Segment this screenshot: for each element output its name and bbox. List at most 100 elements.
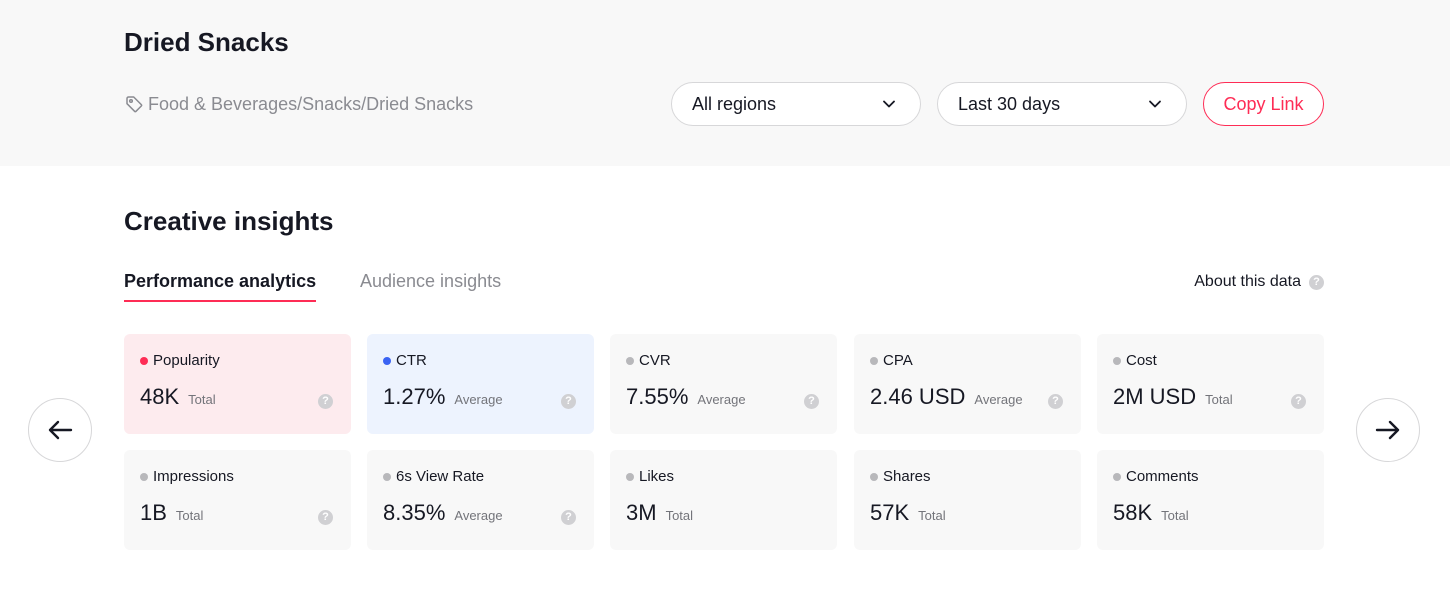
help-icon[interactable]: ?	[561, 394, 576, 409]
region-select-value: All regions	[692, 93, 777, 114]
shares-dot	[870, 472, 878, 481]
about-this-data[interactable]: About this data ?	[1194, 273, 1324, 291]
active-tab-underline	[124, 300, 317, 302]
chevron-down-icon	[883, 100, 895, 108]
metric-unit: Total	[1161, 508, 1189, 523]
impressions-dot	[140, 472, 148, 481]
cost-dot	[1113, 356, 1121, 365]
metric-value-row: 1B Total	[140, 500, 203, 526]
help-icon[interactable]: ?	[318, 510, 333, 525]
metric-card-likes[interactable]: Likes 3M Total	[610, 450, 837, 550]
metric-card-6s-view-rate[interactable]: 6s View Rate 8.35% Average ?	[367, 450, 594, 550]
metric-value: 58K	[1113, 500, 1153, 525]
metric-unit: Total	[188, 392, 216, 407]
view-rate-dot	[383, 472, 391, 481]
metric-label: CPA	[870, 352, 913, 369]
tag-icon	[124, 94, 144, 114]
metric-value: 3M	[626, 500, 657, 525]
cvr-dot	[626, 356, 634, 365]
metric-value-row: 57K Total	[870, 500, 946, 526]
metric-value: 57K	[870, 500, 910, 525]
section-title: Creative insights	[124, 206, 334, 236]
previous-button[interactable]	[28, 398, 92, 462]
metric-unit: Total	[1205, 392, 1233, 407]
metric-card-ctr[interactable]: CTR 1.27% Average ?	[367, 334, 594, 434]
metric-label: Cost	[1113, 352, 1157, 369]
help-icon[interactable]: ?	[318, 394, 333, 409]
period-select[interactable]: Last 30 days	[937, 82, 1187, 126]
metric-value: 2M USD	[1113, 384, 1197, 409]
tab-audience-insights[interactable]: Audience insights	[360, 271, 501, 292]
region-select[interactable]: All regions	[671, 82, 921, 126]
cpa-dot	[870, 356, 878, 365]
help-icon[interactable]: ?	[1309, 274, 1324, 290]
breadcrumb-path[interactable]: Food & Beverages/Snacks/Dried Snacks	[148, 94, 473, 115]
popularity-dot	[140, 356, 148, 365]
metric-card-shares[interactable]: Shares 57K Total	[854, 450, 1081, 550]
metric-label: CVR	[626, 352, 671, 369]
metric-value: 1B	[140, 500, 167, 525]
metric-unit: Total	[918, 508, 946, 523]
tab-label: Performance analytics	[124, 271, 317, 291]
arrow-right-icon	[1375, 420, 1400, 440]
help-icon[interactable]: ?	[561, 510, 576, 525]
tab-label: Audience insights	[360, 271, 502, 291]
metric-value: 8.35%	[383, 500, 446, 525]
metric-label-text: Likes	[639, 468, 675, 485]
metric-card-cost[interactable]: Cost 2M USD Total ?	[1097, 334, 1324, 434]
metric-card-comments[interactable]: Comments 58K Total	[1097, 450, 1324, 550]
metric-card-cvr[interactable]: CVR 7.55% Average ?	[610, 334, 837, 434]
metric-label: Likes	[626, 468, 674, 485]
metric-label: Impressions	[140, 468, 234, 485]
metric-label-text: Popularity	[153, 352, 220, 369]
help-icon[interactable]: ?	[804, 394, 819, 409]
metric-value-row: 58K Total	[1113, 500, 1189, 526]
metric-value-row: 48K Total	[140, 384, 216, 410]
metric-card-cpa[interactable]: CPA 2.46 USD Average ?	[854, 334, 1081, 434]
next-button[interactable]	[1356, 398, 1420, 462]
metric-label: Comments	[1113, 468, 1199, 485]
metric-label: Popularity	[140, 352, 220, 369]
tab-performance-analytics[interactable]: Performance analytics	[124, 271, 317, 302]
metric-value-row: 3M Total	[626, 500, 693, 526]
metric-label-text: CTR	[396, 352, 427, 369]
metric-unit: Average	[974, 392, 1023, 407]
metric-unit: Total	[175, 508, 204, 523]
metric-value: 2.46 USD	[870, 384, 966, 409]
help-icon[interactable]: ?	[1291, 394, 1306, 409]
chevron-down-icon	[1149, 100, 1161, 108]
likes-dot	[626, 472, 634, 481]
metric-label-text: CPA	[883, 352, 913, 369]
metric-value-row: 2M USD Total	[1113, 384, 1233, 410]
metric-label-text: Cost	[1126, 352, 1157, 369]
period-select-value: Last 30 days	[958, 93, 1061, 114]
metric-label-text: Impressions	[153, 468, 234, 485]
copy-link-button[interactable]: Copy Link	[1203, 82, 1324, 126]
metric-value: 1.27%	[383, 384, 446, 409]
metric-card-impressions[interactable]: Impressions 1B Total ?	[124, 450, 351, 550]
page-title: Dried Snacks	[124, 27, 289, 57]
metric-label: CTR	[383, 352, 427, 369]
metric-label-text: Comments	[1126, 468, 1199, 485]
help-icon[interactable]: ?	[1048, 394, 1063, 409]
metric-value-row: 1.27% Average	[383, 384, 503, 410]
metric-unit: Average	[454, 508, 503, 523]
metric-value-row: 7.55% Average	[626, 384, 746, 410]
metric-value: 48K	[140, 384, 180, 409]
metric-label: 6s View Rate	[383, 468, 484, 485]
metric-value-row: 2.46 USD Average	[870, 384, 1023, 410]
metric-unit: Average	[454, 392, 503, 407]
metric-label-text: 6s View Rate	[396, 468, 485, 485]
metric-label-text: CVR	[639, 352, 671, 369]
breadcrumb: Food & Beverages/Snacks/Dried Snacks	[124, 93, 473, 115]
metric-label-text: Shares	[883, 468, 931, 485]
metric-unit: Average	[697, 392, 746, 407]
header-panel: Dried Snacks Food & Beverages/Snacks/Dri…	[0, 0, 1450, 166]
metric-card-popularity[interactable]: Popularity 48K Total ?	[124, 334, 351, 434]
metric-label: Shares	[870, 468, 931, 485]
metric-unit: Total	[665, 508, 694, 523]
metric-value: 7.55%	[626, 384, 689, 409]
comments-dot	[1113, 472, 1121, 481]
metric-value-row: 8.35% Average	[383, 500, 503, 526]
ctr-dot	[383, 356, 391, 365]
